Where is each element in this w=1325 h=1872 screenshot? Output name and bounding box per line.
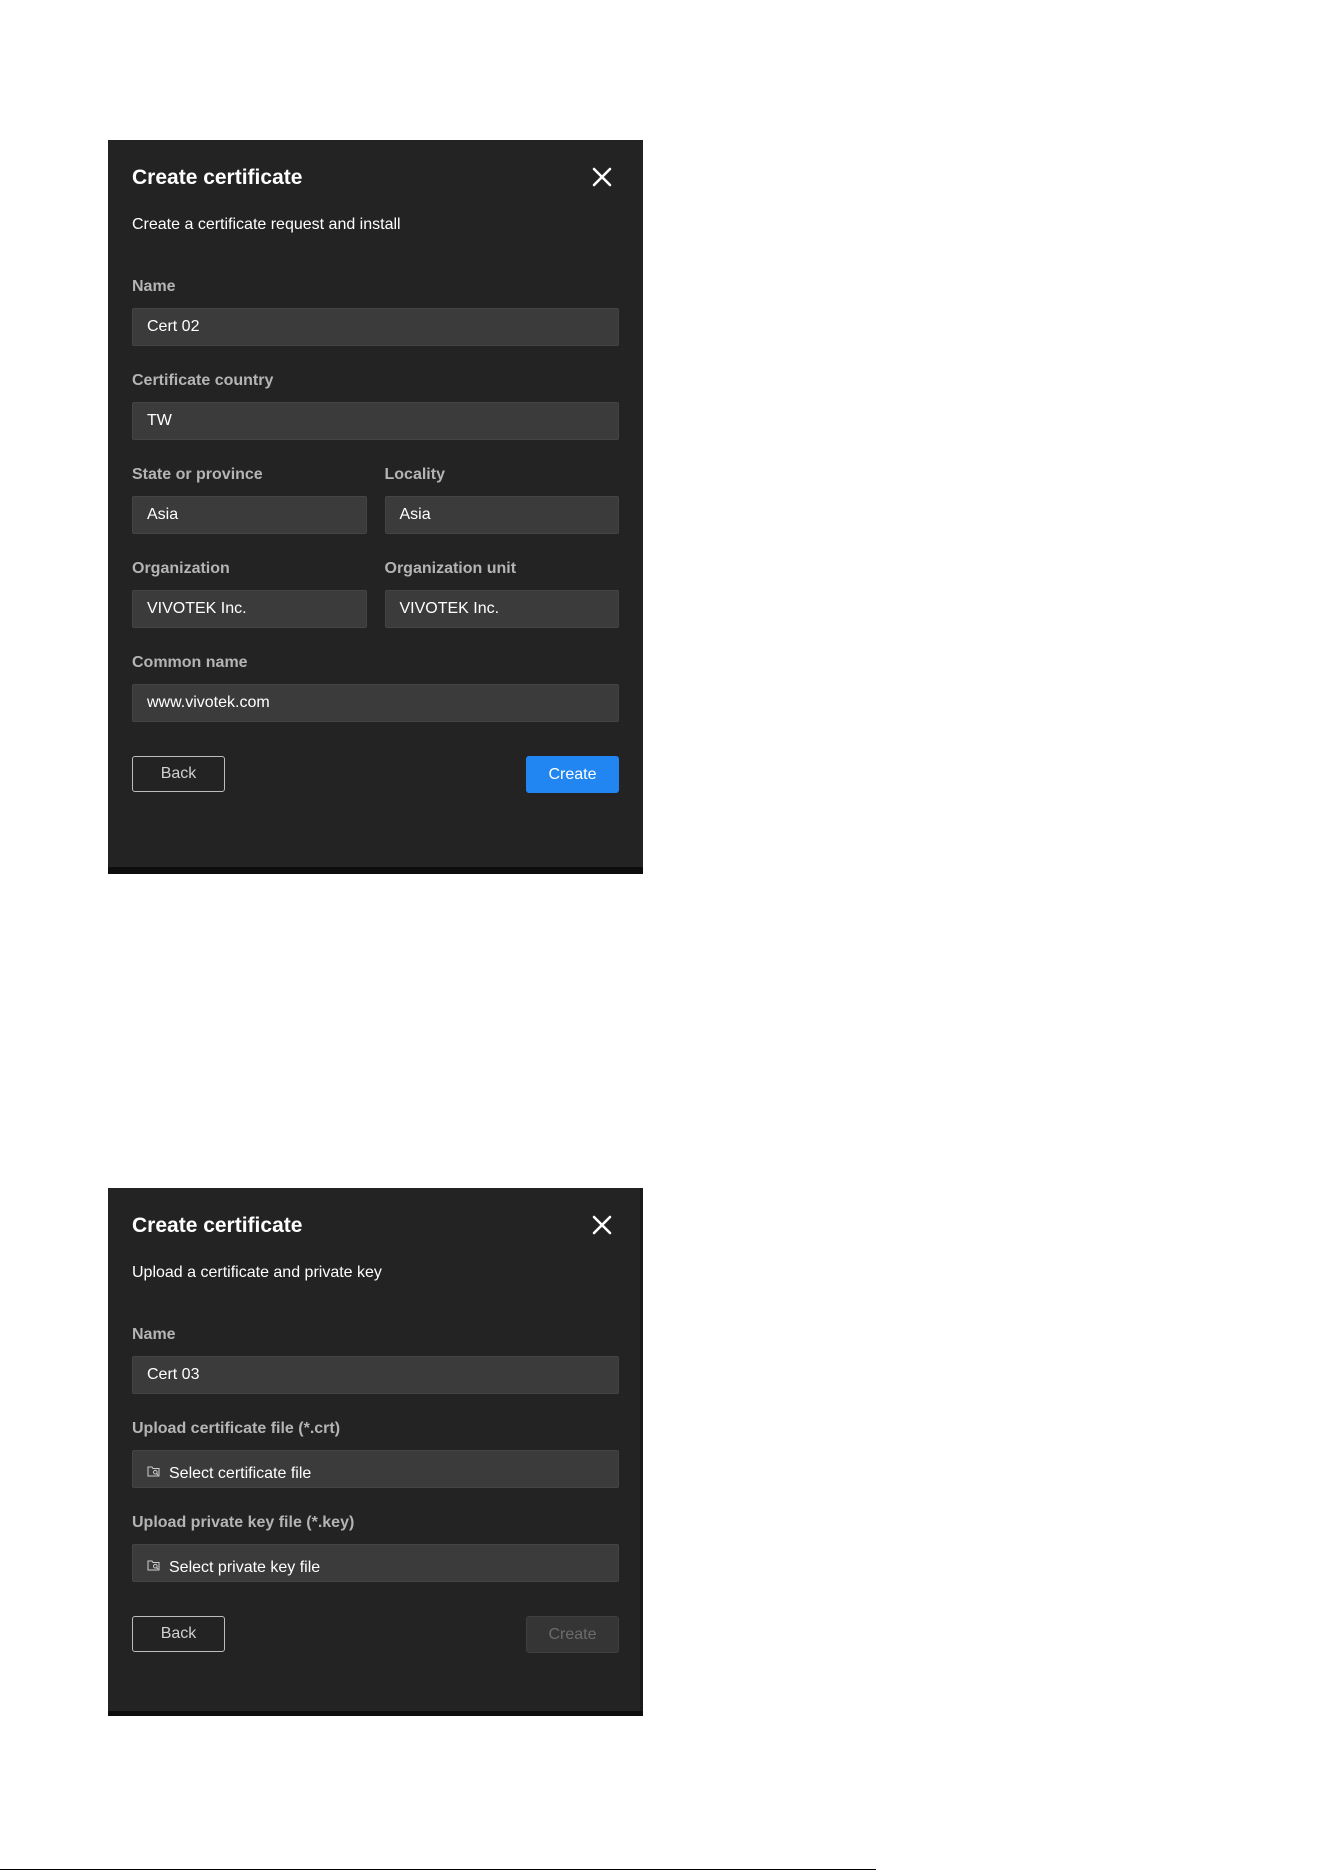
dialog-edge xyxy=(640,1188,643,1711)
dialog-title: Create certificate xyxy=(132,1214,303,1237)
org-unit-input[interactable]: VIVOTEK Inc. xyxy=(384,590,619,628)
dialog-actions: Back Create xyxy=(132,1616,619,1654)
state-label: State or province xyxy=(132,466,263,483)
create-button-disabled: Create xyxy=(526,1616,619,1653)
dialog-header: Create certificate xyxy=(132,140,619,220)
cert-file-input[interactable]: Select certificate file xyxy=(132,1450,619,1488)
dialog-actions: Back Create xyxy=(132,756,619,794)
close-button[interactable] xyxy=(589,164,615,190)
page: Create certificate Create a certificate … xyxy=(0,0,1325,1872)
upload-certificate-dialog: Create certificate Upload a certificate … xyxy=(108,1188,643,1716)
close-button[interactable] xyxy=(589,1212,615,1238)
common-name-input[interactable]: www.vivotek.com xyxy=(132,684,619,722)
create-certificate-request-dialog: Create certificate Create a certificate … xyxy=(108,140,643,874)
organization-input[interactable]: VIVOTEK Inc. xyxy=(132,590,367,628)
state-column: State or province Asia xyxy=(132,440,367,534)
create-button[interactable]: Create xyxy=(526,756,619,793)
cert-file-label: Upload certificate file (*.crt) xyxy=(132,1420,341,1437)
common-name-label: Common name xyxy=(132,654,248,671)
name-label: Name xyxy=(132,1326,176,1343)
close-icon xyxy=(592,167,612,187)
name-input[interactable]: Cert 03 xyxy=(132,1356,619,1394)
org-unit-column: Organization unit VIVOTEK Inc. xyxy=(384,534,619,628)
name-label: Name xyxy=(132,278,176,295)
dialog-subtitle: Create a certificate request and install xyxy=(132,216,401,233)
back-button[interactable]: Back xyxy=(132,756,225,792)
key-file-label: Upload private key file (*.key) xyxy=(132,1514,355,1531)
state-input[interactable]: Asia xyxy=(132,496,367,534)
cert-file-placeholder: Select certificate file xyxy=(169,1465,312,1482)
folder-search-icon xyxy=(147,1465,161,1483)
locality-label: Locality xyxy=(384,466,445,483)
organization-row: Organization VIVOTEK Inc. Organization u… xyxy=(132,534,619,628)
state-locality-row: State or province Asia Locality Asia xyxy=(132,440,619,534)
locality-input[interactable]: Asia xyxy=(384,496,619,534)
locality-column: Locality Asia xyxy=(384,440,619,534)
dialog-subtitle: Upload a certificate and private key xyxy=(132,1264,382,1281)
name-input[interactable]: Cert 02 xyxy=(132,308,619,346)
folder-search-icon xyxy=(147,1559,161,1577)
page-bottom-rule xyxy=(0,1869,876,1870)
org-unit-label: Organization unit xyxy=(384,560,517,577)
close-icon xyxy=(592,1215,612,1235)
dialog-header: Create certificate xyxy=(132,1188,619,1268)
back-button[interactable]: Back xyxy=(132,1616,225,1652)
country-label: Certificate country xyxy=(132,372,274,389)
dialog-title: Create certificate xyxy=(132,166,303,189)
country-input[interactable]: TW xyxy=(132,402,619,440)
organization-label: Organization xyxy=(132,560,230,577)
key-file-input[interactable]: Select private key file xyxy=(132,1544,619,1582)
key-file-placeholder: Select private key file xyxy=(169,1559,321,1576)
organization-column: Organization VIVOTEK Inc. xyxy=(132,534,367,628)
